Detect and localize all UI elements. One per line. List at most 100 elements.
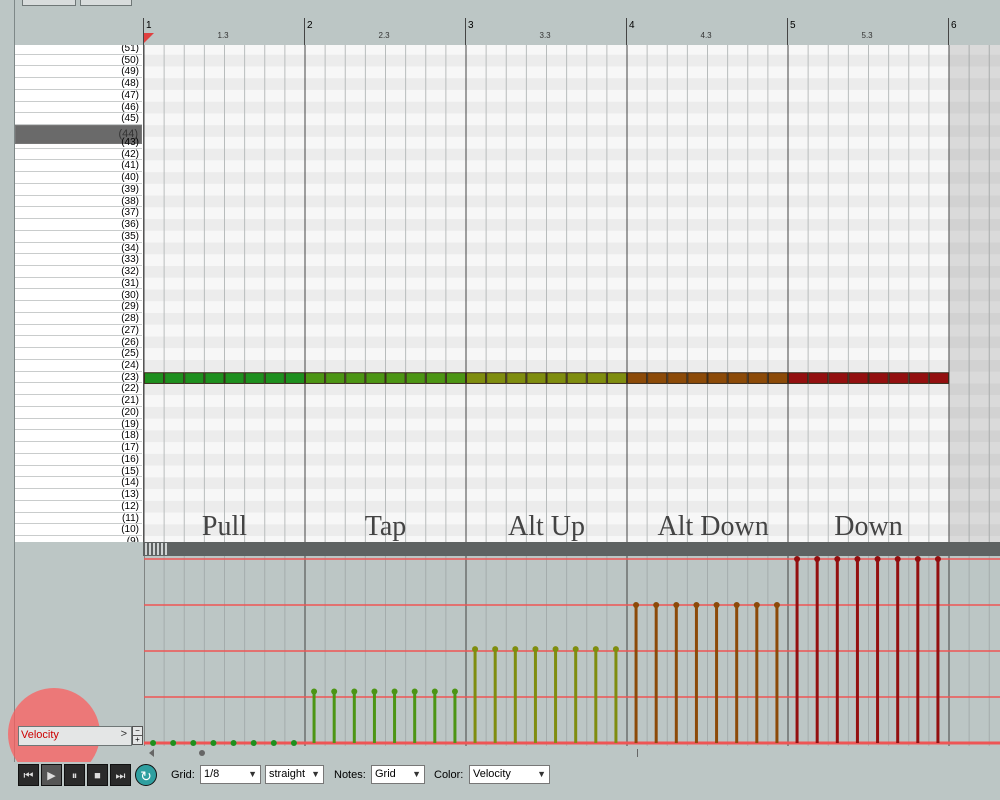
midi-note[interactable] [647, 372, 668, 384]
piano-key[interactable]: (39) [15, 184, 142, 196]
velocity-handle[interactable] [773, 602, 780, 608]
midi-note[interactable] [546, 372, 567, 384]
midi-note[interactable] [727, 372, 748, 384]
midi-note[interactable] [486, 372, 507, 384]
midi-note[interactable] [466, 372, 487, 384]
piano-key[interactable]: (49) [15, 66, 142, 79]
piano-key[interactable]: (27) [15, 325, 142, 337]
skip-end-icon[interactable]: ⏭ [110, 764, 131, 786]
midi-note[interactable] [767, 372, 788, 384]
midi-note[interactable] [808, 372, 829, 384]
piano-key[interactable]: (25) [15, 348, 142, 360]
midi-note[interactable] [888, 372, 909, 384]
piano-key[interactable]: (41) [15, 160, 142, 173]
velocity-handle[interactable] [653, 602, 660, 608]
midi-note[interactable] [908, 372, 929, 384]
midi-note[interactable] [405, 372, 426, 384]
piano-key[interactable]: (14) [15, 477, 142, 490]
velocity-handle[interactable] [391, 688, 398, 695]
velocity-handle[interactable] [572, 646, 579, 653]
velocity-handle[interactable] [472, 646, 479, 653]
velocity-handle[interactable] [612, 646, 619, 653]
velocity-handle[interactable] [592, 646, 599, 653]
midi-note[interactable] [707, 372, 728, 384]
velocity-handle[interactable] [351, 688, 358, 695]
velocity-handle[interactable] [854, 556, 861, 562]
velocity-handle[interactable] [874, 556, 881, 562]
velocity-handle[interactable] [311, 688, 318, 695]
piano-key[interactable]: (23) [15, 372, 142, 384]
midi-note[interactable] [687, 372, 708, 384]
skip-start-icon[interactable]: ⏮ [18, 764, 39, 786]
splitter-grip[interactable] [145, 543, 169, 555]
piano-key[interactable]: (43) [15, 137, 142, 149]
midi-note[interactable] [848, 372, 869, 384]
midi-note[interactable] [345, 372, 366, 384]
note-grid-canvas[interactable] [144, 45, 1000, 542]
piano-key[interactable]: (34) [15, 243, 142, 255]
velocity-handle[interactable] [633, 602, 640, 608]
playhead-marker-icon[interactable] [143, 33, 155, 45]
piano-key[interactable]: (22) [15, 383, 142, 396]
notes-select[interactable]: Grid ▼ [371, 765, 425, 784]
piano-key[interactable]: (29) [15, 301, 142, 313]
piano-key[interactable]: (13) [15, 489, 142, 501]
piano-key[interactable]: (51) [15, 45, 142, 55]
piano-key[interactable]: (28) [15, 313, 142, 325]
timeline-ruler[interactable]: 1 2 3 4 5 6 1.3 2.3 3.3 4.3 5.3 [143, 18, 1000, 46]
midi-note[interactable] [606, 372, 627, 384]
midi-note[interactable] [284, 372, 305, 384]
top-button[interactable] [80, 0, 132, 6]
velocity-handle[interactable] [451, 688, 458, 695]
piano-key[interactable]: (32) [15, 266, 142, 278]
pause-icon[interactable]: ⏸ [64, 764, 85, 786]
midi-note[interactable] [224, 372, 245, 384]
velocity-lane[interactable] [144, 556, 1000, 746]
midi-note[interactable] [868, 372, 889, 384]
piano-key[interactable]: (17) [15, 442, 142, 454]
piano-key[interactable]: (12) [15, 501, 142, 513]
velocity-handle[interactable] [371, 688, 378, 695]
stop-icon[interactable]: ■ [87, 764, 108, 786]
note-grid[interactable]: Pull Tap Alt Up Alt Down Down [144, 45, 1000, 542]
midi-note[interactable] [365, 372, 386, 384]
piano-key[interactable]: (10) [15, 524, 142, 537]
swing-select[interactable]: straight ▼ [265, 765, 324, 784]
scroll-left-icon[interactable] [149, 749, 154, 757]
midi-note[interactable] [586, 372, 607, 384]
midi-note[interactable] [627, 372, 648, 384]
piano-key[interactable]: (38) [15, 196, 142, 208]
velocity-handle[interactable] [914, 556, 921, 562]
chevron-right-icon[interactable]: > [121, 728, 127, 740]
velocity-handle[interactable] [512, 646, 519, 653]
piano-key[interactable]: (18) [15, 430, 142, 443]
velocity-handle[interactable] [794, 556, 801, 562]
velocity-handle[interactable] [331, 688, 338, 695]
midi-note[interactable] [506, 372, 527, 384]
piano-key[interactable]: (26) [15, 337, 142, 349]
midi-note[interactable] [385, 372, 406, 384]
velocity-handle[interactable] [411, 688, 418, 695]
midi-note[interactable] [184, 372, 205, 384]
midi-note[interactable] [566, 372, 587, 384]
midi-note[interactable] [788, 372, 809, 384]
piano-key[interactable]: (15) [15, 466, 142, 478]
midi-note[interactable] [204, 372, 225, 384]
piano-key[interactable]: (9) [15, 536, 142, 542]
piano-key[interactable]: (31) [15, 278, 142, 290]
lane-selector[interactable]: Velocity > [18, 726, 132, 746]
midi-note[interactable] [445, 372, 466, 384]
midi-note[interactable] [244, 372, 265, 384]
midi-note[interactable] [667, 372, 688, 384]
piano-key[interactable]: (37) [15, 207, 142, 220]
midi-note[interactable] [526, 372, 547, 384]
midi-note[interactable] [928, 372, 949, 384]
piano-key[interactable]: (20) [15, 407, 142, 419]
velocity-handle[interactable] [713, 602, 720, 608]
piano-key[interactable]: (16) [15, 454, 142, 466]
velocity-handle[interactable] [673, 602, 680, 608]
add-lane-button[interactable]: + [132, 735, 143, 745]
play-icon[interactable]: ▶ [41, 764, 62, 786]
midi-note[interactable] [164, 372, 185, 384]
loop-icon[interactable]: ↻ [135, 764, 157, 786]
